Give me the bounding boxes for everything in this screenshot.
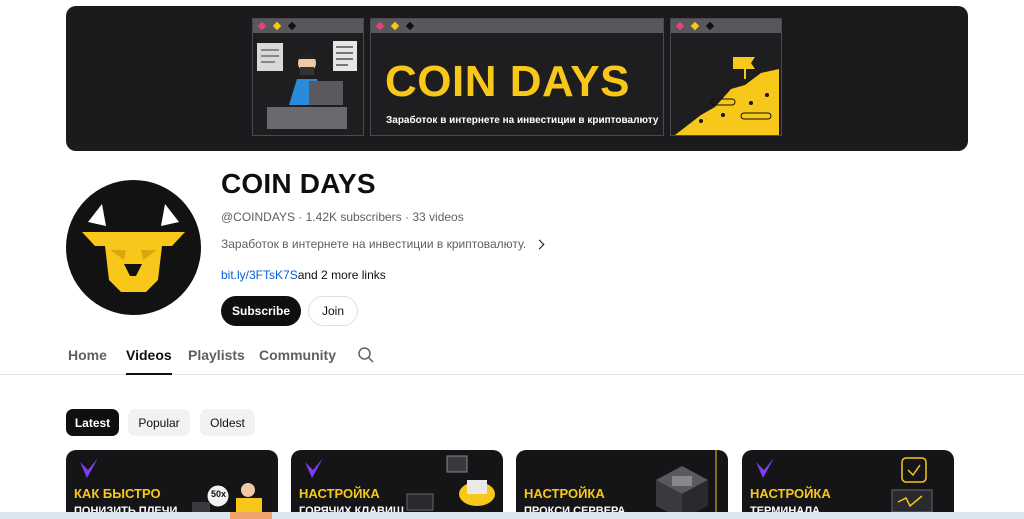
tab-videos[interactable]: Videos (126, 347, 172, 375)
channel-avatar[interactable] (66, 180, 201, 315)
terminal-illustration (891, 457, 933, 513)
growth-chart-illustration (675, 57, 779, 135)
more-links-button[interactable]: and 2 more links (298, 268, 386, 282)
developer-illustration (257, 41, 357, 129)
banner-subtitle: Заработок в интернете на инвестиции в кр… (386, 115, 659, 126)
keyboard-illustration (406, 455, 495, 511)
channel-links: bit.ly/3FTsK7Sand 2 more links (221, 268, 386, 282)
channel-description[interactable]: Заработок в интернете на инвестиции в кр… (221, 237, 545, 251)
channel-name: COIN DAYS (221, 168, 376, 199)
tab-playlists[interactable]: Playlists (188, 347, 245, 363)
description-text: Заработок в интернете на инвестиции в кр… (221, 237, 527, 251)
channel-link[interactable]: bit.ly/3FTsK7S (221, 268, 298, 282)
channel-meta: @COINDAYS · 1.42K subscribers · 33 video… (221, 210, 464, 224)
chevron-right-icon (534, 239, 545, 249)
join-button[interactable]: Join (308, 296, 358, 326)
video-thumbnail[interactable]: НАСТРОЙКА ГОРЯЧИХ КЛАВИШ (291, 450, 503, 519)
video-thumbnail[interactable]: НАСТРОЙКА ПРОКСИ СЕРВЕРА (516, 450, 728, 519)
video-title: НАСТРОЙКА (524, 486, 605, 501)
subscribe-button[interactable]: Subscribe (221, 296, 301, 326)
search-icon[interactable] (357, 346, 375, 364)
leverage-badge: 50x (211, 489, 227, 499)
banner-window-left (252, 18, 364, 136)
video-thumbnail[interactable]: НАСТРОЙКА ТЕРМИНАЛА (742, 450, 954, 519)
video-title: НАСТРОЙКА (750, 486, 831, 501)
brand-v-icon (80, 458, 98, 478)
bull-logo-icon (82, 204, 185, 292)
brand-v-icon (756, 458, 774, 478)
filter-popular[interactable]: Popular (128, 409, 190, 436)
channel-banner: COIN DAYS Заработок в интернете на инвес… (66, 6, 968, 151)
tab-home[interactable]: Home (68, 347, 107, 363)
banner-window-right (670, 18, 782, 136)
taskbar-app-button[interactable] (230, 512, 272, 519)
banner-window-center: COIN DAYS Заработок в интернете на инвес… (370, 18, 664, 136)
brand-v-icon (305, 458, 323, 478)
filter-latest[interactable]: Latest (66, 409, 119, 436)
taskbar (0, 512, 1024, 519)
channel-tabs: Home Videos Playlists Community (0, 336, 1024, 375)
tab-community[interactable]: Community (259, 347, 336, 363)
video-thumbnail[interactable]: 50x КАК БЫСТРО ПОНИЗИТЬ ПЛЕЧИ (66, 450, 278, 519)
video-title: НАСТРОЙКА (299, 486, 380, 501)
server-illustration (656, 450, 717, 519)
filter-oldest[interactable]: Oldest (200, 409, 255, 436)
banner-title: COIN DAYS (385, 57, 630, 106)
video-title: КАК БЫСТРО (74, 486, 161, 501)
